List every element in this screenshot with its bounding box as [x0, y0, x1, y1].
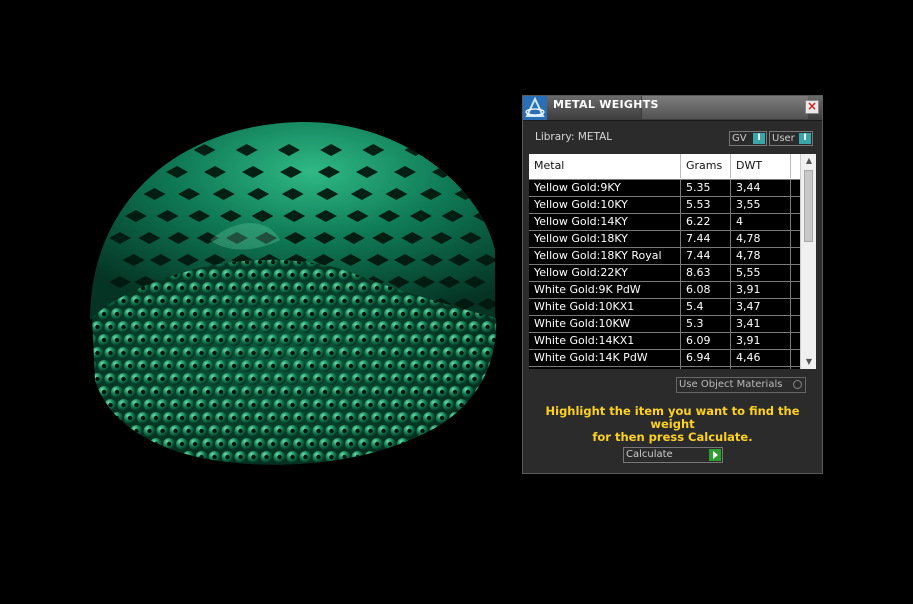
cell-metal: White Gold:14KW: [529, 367, 680, 369]
cell-grams: 5.53: [680, 197, 730, 213]
metal-table[interactable]: Metal Grams DWT Yellow Gold:9KY 5.35 3,44 Y…: [529, 154, 816, 369]
cell-metal: White Gold:10KW: [534, 317, 631, 330]
table-row[interactable]: White Gold:10KX1 5.4 3,47: [529, 298, 800, 315]
cell-dwt: 4,46: [730, 350, 790, 366]
cell-metal: Yellow Gold:9KY: [534, 181, 621, 194]
instruction-text: Highlight the item you want to find the …: [523, 405, 822, 444]
user-toggle[interactable]: User I: [769, 131, 813, 146]
cell-extra: [790, 197, 800, 213]
cell-grams: 6.94: [680, 350, 730, 366]
gv-toggle[interactable]: GV I: [729, 131, 767, 146]
column-header-extra: [790, 154, 800, 178]
cell-dwt: 4,78: [730, 231, 790, 247]
table-row[interactable]: White Gold:10KW 5.3 3,41: [529, 315, 800, 332]
scroll-thumb[interactable]: [804, 170, 813, 242]
cell-dwt: 3,91: [730, 333, 790, 349]
cell-dwt: 3,41: [730, 316, 790, 332]
cell-metal: White Gold:14K PdW: [534, 351, 648, 364]
cell-grams: 5.35: [680, 180, 730, 196]
instruction-line-2: for then press Calculate.: [592, 430, 753, 444]
cell-extra: [790, 350, 800, 366]
cell-dwt: 4: [730, 214, 790, 230]
cell-dwt: 4,78: [730, 248, 790, 264]
cell-dwt: 3,44: [730, 180, 790, 196]
calculate-button[interactable]: Calculate: [623, 447, 723, 463]
column-header-grams[interactable]: Grams: [680, 154, 730, 178]
table-row[interactable]: White Gold:14K PdW 6.94 4,46: [529, 349, 800, 366]
table-scrollbar[interactable]: ▲ ▼: [800, 154, 816, 369]
cell-metal: Yellow Gold:14KY: [534, 215, 628, 228]
user-toggle-label: User: [772, 133, 795, 144]
table-row[interactable]: Yellow Gold:22KY 8.63 5,55: [529, 264, 800, 281]
cell-grams: 6.00: [680, 367, 730, 369]
cell-grams: 6.09: [680, 333, 730, 349]
cell-dwt: 3,47: [730, 299, 790, 315]
cell-grams: 7.44: [680, 231, 730, 247]
table-row[interactable]: White Gold:14KW6.003,84: [529, 366, 800, 369]
cell-dwt: 5,55: [730, 265, 790, 281]
cell-metal: Yellow Gold:22KY: [534, 266, 628, 279]
cell-extra: [790, 299, 800, 315]
cell-metal: White Gold:10KX1: [534, 300, 635, 313]
table-row[interactable]: White Gold:9K PdW 6.08 3,91: [529, 281, 800, 298]
close-icon[interactable]: ×: [805, 100, 819, 114]
metal-weights-panel: METAL WEIGHTS × Library: METAL GV I User…: [522, 95, 823, 474]
table-row[interactable]: Yellow Gold:18KY 7.44 4,78: [529, 230, 800, 247]
cell-extra: [790, 214, 800, 230]
cell-extra: [790, 231, 800, 247]
toggle-indicator-icon: I: [753, 133, 765, 144]
cell-grams: 8.63: [680, 265, 730, 281]
scroll-up-icon[interactable]: ▲: [804, 156, 814, 166]
table-row[interactable]: White Gold:14KX1 6.09 3,91: [529, 332, 800, 349]
cell-metal: Yellow Gold:18KY: [534, 232, 628, 245]
cell-extra: [790, 282, 800, 298]
cell-extra: [790, 180, 800, 196]
table-body: Yellow Gold:9KY 5.35 3,44 Yellow Gold:10KY 5…: [529, 179, 800, 369]
radio-indicator-icon: [793, 380, 802, 389]
title-tab: [641, 96, 808, 119]
instruction-line-1: Highlight the item you want to find the …: [545, 404, 800, 431]
cell-grams: 6.22: [680, 214, 730, 230]
cell-dwt: 3,55: [730, 197, 790, 213]
cell-grams: 5.4: [680, 299, 730, 315]
ring-model: [90, 121, 497, 465]
3d-viewport[interactable]: [0, 0, 520, 604]
table-header: Metal Grams DWT: [529, 154, 800, 178]
cell-grams: 6.08: [680, 282, 730, 298]
cell-metal: Yellow Gold:18KY Royal: [534, 249, 662, 262]
column-header-metal[interactable]: Metal: [529, 154, 680, 178]
cell-extra: [790, 248, 800, 264]
cell-dwt: 3,91: [730, 282, 790, 298]
use-object-materials-label: Use Object Materials: [679, 379, 783, 390]
play-arrow-icon: [709, 449, 721, 461]
scroll-down-icon[interactable]: ▼: [804, 357, 814, 367]
gv-toggle-label: GV: [732, 133, 747, 144]
cell-extra: [790, 333, 800, 349]
calculate-label: Calculate: [626, 449, 673, 460]
cell-extra: [790, 316, 800, 332]
toggle-indicator-icon: I: [799, 133, 811, 144]
cell-extra: [790, 265, 800, 281]
panel-title: METAL WEIGHTS: [553, 98, 659, 111]
column-header-dwt[interactable]: DWT: [730, 154, 790, 178]
cell-metal: White Gold:14KX1: [534, 334, 635, 347]
cell-extra: [790, 367, 800, 369]
cell-grams: 7.44: [680, 248, 730, 264]
table-row[interactable]: Yellow Gold:10KY 5.53 3,55: [529, 196, 800, 213]
table-row[interactable]: Yellow Gold:14KY 6.22 4: [529, 213, 800, 230]
use-object-materials-toggle[interactable]: Use Object Materials: [676, 377, 806, 393]
table-row[interactable]: Yellow Gold:18KY Royal 7.44 4,78: [529, 247, 800, 264]
cell-metal: White Gold:9K PdW: [534, 283, 641, 296]
table-row[interactable]: Yellow Gold:9KY 5.35 3,44: [529, 179, 800, 196]
cell-metal: Yellow Gold:10KY: [534, 198, 628, 211]
cell-grams: 5.3: [680, 316, 730, 332]
app-logo-icon: [523, 96, 547, 120]
cell-dwt: 3,84: [730, 367, 790, 369]
panel-titlebar[interactable]: METAL WEIGHTS ×: [523, 96, 822, 121]
library-label: Library: METAL: [535, 131, 613, 143]
